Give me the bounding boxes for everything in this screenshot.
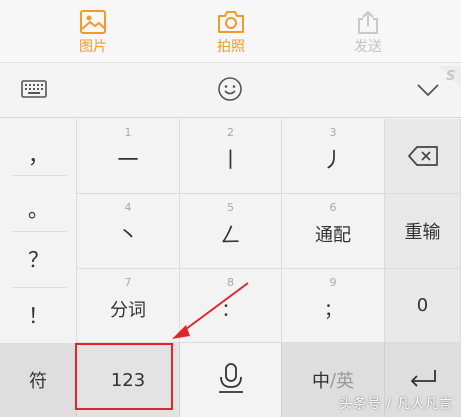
key-glyph: 丿	[322, 148, 344, 172]
key-4[interactable]: 4 丶	[77, 194, 180, 269]
punctuation-column: ， 。 ？ ！	[0, 119, 77, 343]
key-glyph: 一	[117, 148, 139, 172]
key-number: 1	[124, 126, 132, 139]
voice-input-key[interactable]	[180, 343, 282, 417]
key-glyph: 分词	[110, 300, 146, 321]
t9-keyboard: ， 。 ？ ！ 1 一 2 丨 3 丿 4 丶 5 ㄥ 6 通配 重输 7 分词…	[0, 119, 461, 417]
key-number: 8	[227, 276, 234, 289]
send-button[interactable]: 发送	[336, 0, 400, 62]
key-glyph: 丶	[117, 223, 139, 247]
lang-active-label: 中	[311, 371, 330, 392]
symbols-label: 符	[29, 371, 47, 392]
key-glyph: ㄥ	[220, 223, 241, 247]
key-2[interactable]: 2 丨	[180, 119, 282, 194]
image-button[interactable]: 图片	[61, 0, 125, 62]
key-7-segment[interactable]: 7 分词	[77, 269, 180, 343]
watermark: 头条号 / 凡人凡言	[339, 397, 453, 412]
key-glyph: 丨	[220, 148, 241, 172]
key-glyph: ；	[324, 300, 342, 321]
zero-key[interactable]: 0	[385, 269, 461, 343]
emoji-button[interactable]	[208, 63, 252, 119]
image-label: 图片	[79, 39, 107, 55]
key-8[interactable]: 8 ：	[180, 269, 282, 343]
reinput-key[interactable]: 重输	[385, 194, 461, 269]
camera-label: 拍照	[217, 39, 245, 55]
key-3[interactable]: 3 丿	[282, 119, 385, 194]
punct-question[interactable]: ？	[0, 231, 77, 287]
camera-icon	[216, 9, 246, 39]
lang-inactive-label: 英	[336, 371, 355, 392]
key-5[interactable]: 5 ㄥ	[180, 194, 282, 269]
key-1[interactable]: 1 一	[77, 119, 180, 194]
key-number: 7	[124, 276, 132, 289]
reinput-label: 重输	[404, 222, 441, 243]
punct-exclaim[interactable]: ！	[0, 287, 77, 343]
highlight-box	[75, 343, 173, 410]
image-icon	[79, 9, 107, 39]
key-number: 4	[124, 201, 132, 214]
backspace-icon	[385, 119, 460, 193]
enter-icon	[408, 368, 438, 393]
key-number: 6	[329, 201, 337, 214]
svg-text:S: S	[446, 69, 455, 84]
key-9[interactable]: 9 ；	[282, 269, 385, 343]
key-number: 3	[329, 126, 337, 139]
key-6-wildcard[interactable]: 6 通配	[282, 194, 385, 269]
key-number: 9	[329, 276, 337, 289]
key-number: 2	[227, 126, 234, 139]
key-glyph: ：	[221, 300, 240, 321]
keyboard-switch-button[interactable]	[12, 63, 56, 119]
keyboard-icon	[21, 80, 47, 102]
punct-period[interactable]: 。	[0, 181, 77, 237]
symbols-key[interactable]: 符	[0, 343, 77, 417]
key-number: 5	[227, 201, 234, 214]
key-glyph: 通配	[315, 225, 351, 246]
microphone-icon	[216, 361, 246, 400]
keyboard-toolbar	[0, 62, 461, 118]
divider	[12, 175, 67, 176]
action-bar: 图片 拍照 发送	[0, 0, 461, 62]
send-label: 发送	[354, 39, 382, 55]
backspace-key[interactable]	[385, 119, 461, 194]
share-upload-icon	[355, 9, 381, 39]
camera-button[interactable]: 拍照	[199, 0, 263, 62]
zero-label: 0	[416, 295, 429, 316]
sogou-logo-icon: S	[431, 62, 461, 92]
emoji-icon	[217, 76, 243, 106]
